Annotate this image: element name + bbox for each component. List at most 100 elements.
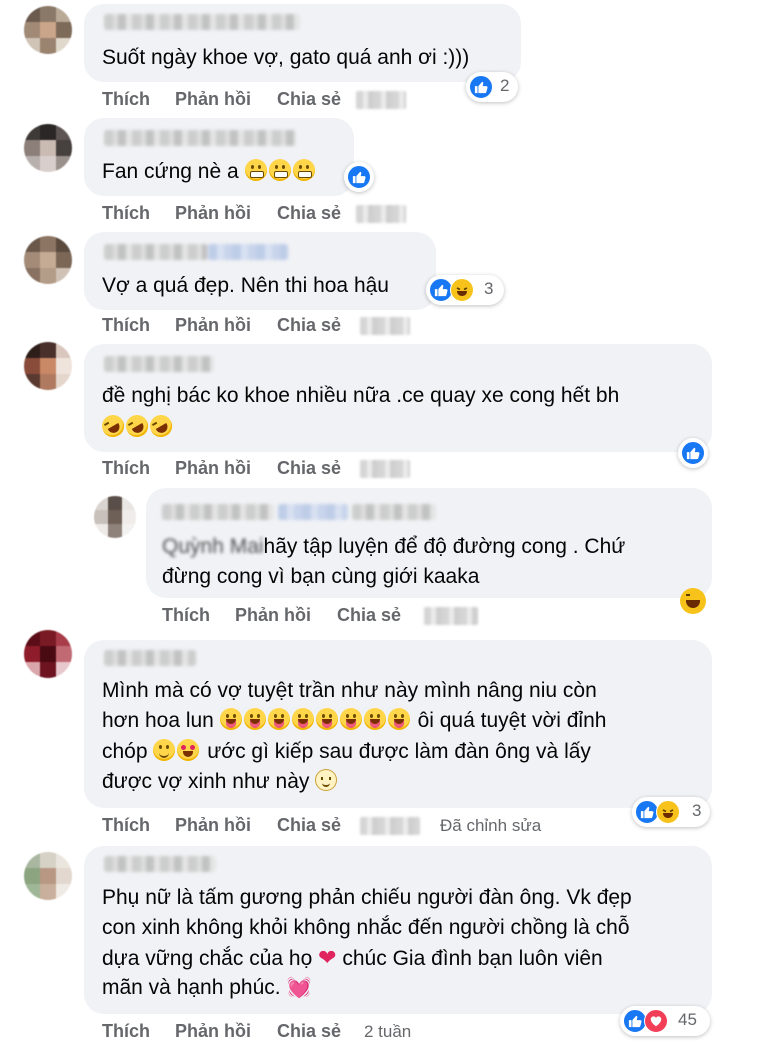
tongue-face-icon [363,708,386,730]
comment-actions: Thích Phản hồi Chia sẻ 2 tuần [102,1021,462,1045]
tongue-face-icon [267,708,290,730]
reaction-summary[interactable]: 3 [632,797,710,827]
comment-text: được vợ xinh như này [102,767,339,796]
tongue-face-icon [387,708,410,730]
commenter-name[interactable] [352,504,436,520]
timestamp[interactable] [356,205,406,223]
timestamp[interactable] [360,817,420,835]
comment-text: đề nghị bác ko khoe nhiều nữa .ce quay x… [102,384,620,407]
reply-action[interactable]: Phản hồi [175,203,251,224]
commenter-name-link[interactable] [208,244,288,260]
rofl-face-icon [145,410,177,442]
mention-tag[interactable]: Quỳnh Mai [162,535,264,558]
haha-icon [656,800,680,824]
share-action[interactable]: Chia sẻ [277,89,341,110]
shy-face-icon [315,769,338,791]
timestamp[interactable] [360,460,410,478]
commenter-name[interactable] [104,856,216,872]
avatar[interactable] [94,496,136,538]
share-action[interactable]: Chia sẻ [277,1021,341,1042]
like-action[interactable]: Thích [102,1021,150,1042]
reply-action[interactable]: Phản hồi [175,89,251,110]
like-icon [681,441,705,465]
timestamp[interactable] [360,317,410,335]
avatar[interactable] [24,6,72,54]
tongue-face-icon [243,708,266,730]
comment-text: con xinh không khỏi không nhắc đến người… [102,916,630,939]
commenter-name[interactable] [104,130,296,146]
reply-action[interactable]: Phản hồi [175,315,251,336]
tongue-face-icon [219,708,242,730]
commenter-name[interactable] [104,244,208,260]
blushing-face-icon [153,739,176,761]
like-action[interactable]: Thích [162,605,210,626]
like-icon [469,75,493,99]
comment-text: Phụ nữ là tấm gương phản chiếu người đàn… [102,886,632,909]
timestamp[interactable] [424,607,478,625]
rofl-face-icon [121,410,153,442]
commenter-name[interactable] [162,504,274,520]
grimacing-face-icon [244,159,267,181]
like-action[interactable]: Thích [102,203,150,224]
reaction-count: 45 [678,1010,697,1029]
share-action[interactable]: Chia sẻ [277,315,341,336]
timestamp[interactable]: 2 tuần [364,1022,411,1042]
comment-text: Suốt ngày khoe vợ, gato quá anh ơi :))) [102,46,470,69]
love-icon [644,1009,668,1033]
avatar[interactable] [24,342,72,390]
tongue-face-icon [339,708,362,730]
commenter-name[interactable] [104,650,196,666]
beating-heart-icon: 💓 [286,977,312,999]
reaction-count: 3 [484,279,494,298]
edited-label[interactable]: Đã chỉnh sửa [440,816,541,836]
tongue-face-icon [315,708,338,730]
reply-action[interactable]: Phản hồi [175,815,251,836]
like-action[interactable]: Thích [102,89,150,110]
reaction-count: 2 [500,76,510,95]
share-action[interactable]: Chia sẻ [277,815,341,836]
share-action[interactable]: Chia sẻ [337,605,401,626]
red-heart-icon: ❤ [318,945,337,970]
grimacing-face-icon [292,159,315,181]
haha-icon [450,278,474,302]
comment-emoji-line [97,410,177,442]
commenter-name-link[interactable] [278,504,348,520]
reaction-summary[interactable]: 45 [620,1006,710,1036]
like-icon [347,165,371,189]
tongue-face-icon [291,708,314,730]
comment-actions: Thích Phản hồi Chia sẻ Đã chỉnh sửa [102,815,562,839]
timestamp[interactable] [356,91,406,109]
commenter-name[interactable] [104,356,214,372]
comment-text: đừng cong vì bạn cùng giới kaaka [162,565,480,588]
reply-action[interactable]: Phản hồi [175,458,251,479]
commenter-name[interactable] [104,14,300,30]
avatar[interactable] [24,630,72,678]
comment-text: Fan cứng nè a [102,157,317,186]
reaction-summary[interactable] [678,438,708,468]
reaction-count: 3 [692,801,702,820]
comment-text: chóp ước gì kiếp sau được làm đàn ông và… [102,739,591,763]
heart-eyes-face-icon [177,739,200,761]
like-action[interactable]: Thích [102,315,150,336]
avatar[interactable] [24,236,72,284]
comment-text: dựa vững chắc của họ ❤ chúc Gia đình bạn… [102,945,603,970]
comment-text: hơn hoa lun ôi quá tuyệt vời đỉnh [102,708,607,732]
reaction-summary[interactable]: 2 [466,72,518,102]
comment-text: Vợ a quá đẹp. Nên thi hoa hậu [102,274,389,297]
comment-text: Mình mà có vợ tuyệt trần như này mình nâ… [102,679,597,702]
reaction-summary[interactable] [344,162,374,192]
comment-text: Quỳnh Maihãy tập luyện để độ đường cong … [162,535,626,558]
reaction-summary[interactable]: 3 [426,275,504,305]
like-action[interactable]: Thích [102,815,150,836]
reply-action[interactable]: Phản hồi [235,605,311,626]
like-action[interactable]: Thích [102,458,150,479]
share-action[interactable]: Chia sẻ [277,203,341,224]
share-action[interactable]: Chia sẻ [277,458,341,479]
haha-icon[interactable] [680,588,706,614]
comment-text: mãn và hạnh phúc. 💓 [102,976,312,999]
reply-action[interactable]: Phản hồi [175,1021,251,1042]
avatar[interactable] [24,124,72,172]
grimacing-face-icon [268,159,291,181]
rofl-face-icon [97,410,129,442]
avatar[interactable] [24,852,72,900]
